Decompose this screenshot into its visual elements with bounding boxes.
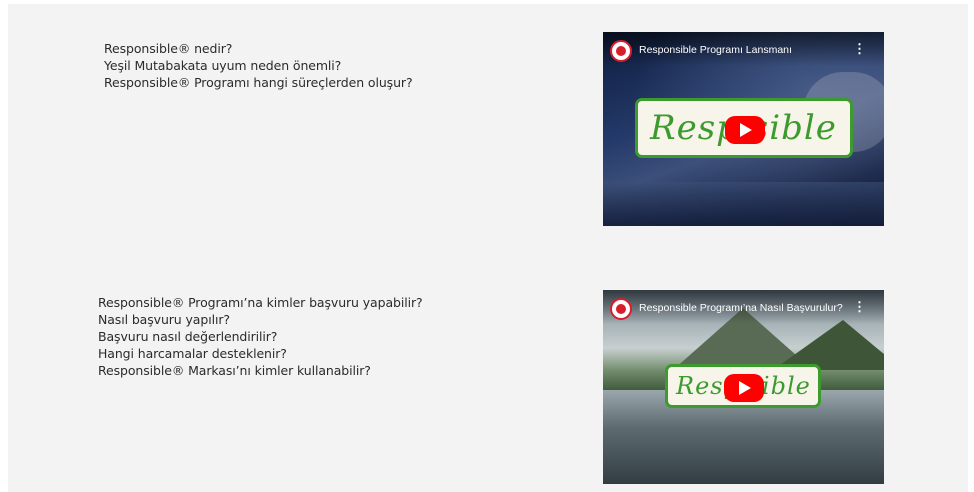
channel-logo-icon[interactable] [610, 298, 632, 320]
content-panel: Responsible® nedir? Yeşil Mutabakata uyu… [8, 4, 968, 492]
faq-item: Responsible® Markası’nı kimler kullanabi… [98, 363, 371, 378]
video-player-launch[interactable]: Responsible Programı Lansmanı ⋮ Resp sib… [603, 32, 884, 226]
video-title[interactable]: Responsible Programı Lansmanı [639, 44, 792, 56]
faq-item: Başvuru nasıl değerlendirilir? [98, 329, 278, 344]
faq-item: Responsible® Programı’na kimler başvuru … [98, 295, 423, 310]
video-background [773, 320, 884, 370]
video-player-application[interactable]: Responsible Programı’na Nasıl Başvurulur… [603, 290, 884, 484]
video-background [603, 182, 884, 226]
more-options-icon[interactable]: ⋮ [853, 41, 866, 57]
more-options-icon[interactable]: ⋮ [853, 299, 866, 315]
youtube-play-icon[interactable] [725, 116, 765, 144]
faq-list-2: Responsible® Programı’na kimler başvuru … [98, 294, 423, 379]
faq-list-1: Responsible® nedir? Yeşil Mutabakata uyu… [104, 40, 413, 91]
youtube-play-icon[interactable] [724, 374, 764, 402]
faq-item: Nasıl başvuru yapılır? [98, 312, 230, 327]
channel-logo-icon[interactable] [610, 40, 632, 62]
video-title[interactable]: Responsible Programı’na Nasıl Başvurulur… [639, 302, 843, 314]
faq-item: Responsible® nedir? [104, 41, 233, 56]
faq-item: Hangi harcamalar desteklenir? [98, 346, 287, 361]
faq-item: Yeşil Mutabakata uyum neden önemli? [104, 58, 342, 73]
faq-item: Responsible® Programı hangi süreçlerden … [104, 75, 413, 90]
